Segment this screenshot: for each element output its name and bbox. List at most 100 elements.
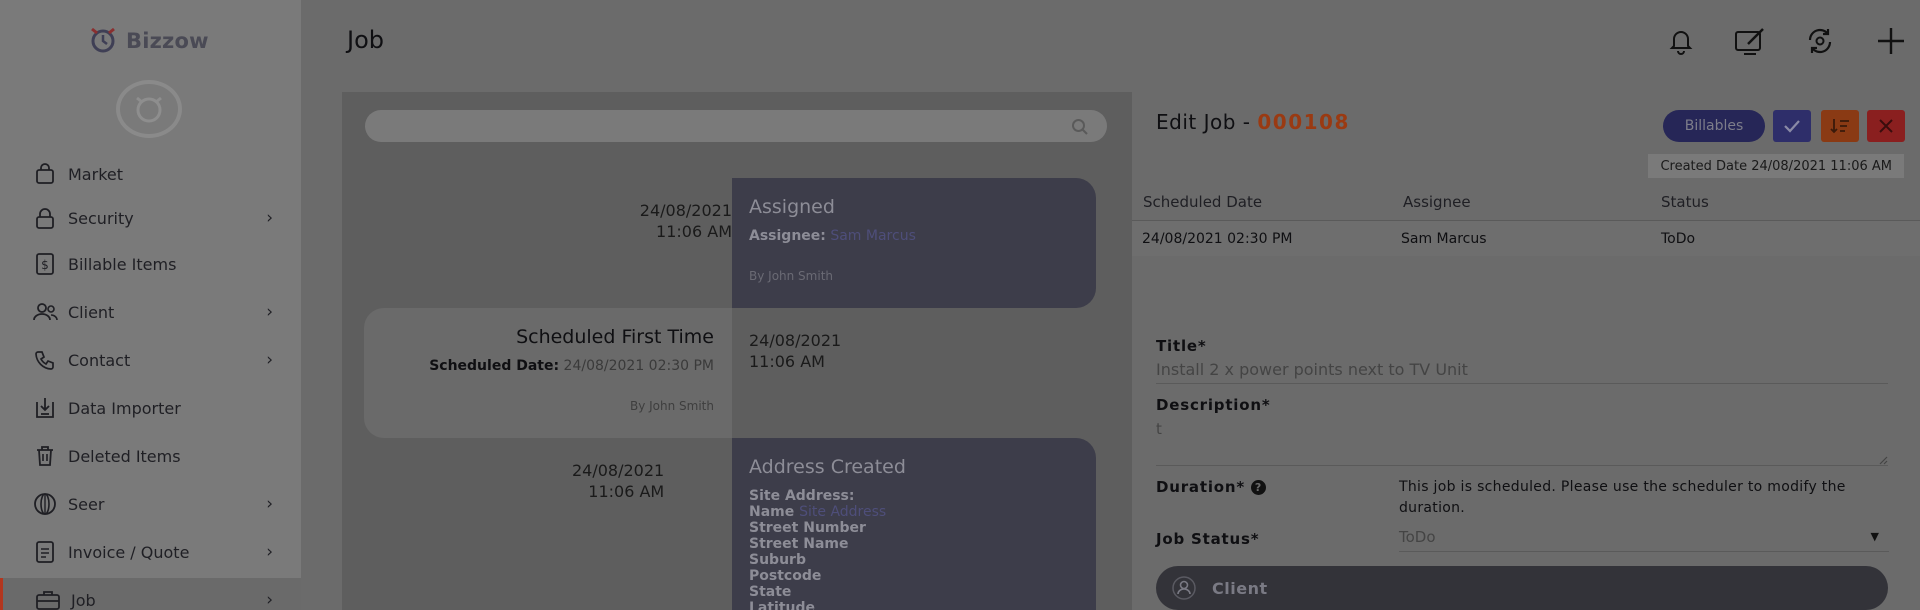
address-line: Latitude <box>749 600 816 610</box>
chevron-right-icon: › <box>266 542 273 562</box>
sidebar-item-market[interactable]: Market <box>0 152 301 196</box>
sidebar-item-label: Billable Items <box>68 254 177 274</box>
sidebar-item-label: Contact <box>68 350 131 370</box>
duration-note: This job is scheduled. Please use the sc… <box>1399 479 1846 516</box>
sort-icon <box>1830 119 1849 134</box>
chevron-right-icon: › <box>266 494 273 514</box>
description-field[interactable]: t <box>1156 420 1162 438</box>
address-line: State <box>749 584 792 600</box>
sidebar-item-seer[interactable]: Seer › <box>0 482 301 526</box>
save-button[interactable] <box>1773 110 1811 142</box>
event-author: By John Smith <box>749 269 834 283</box>
event-detail-label: Assignee: <box>749 228 826 244</box>
caret-down-icon: ▼ <box>1870 530 1879 543</box>
sidebar-item-label: Seer <box>68 494 105 514</box>
bell-icon[interactable] <box>1664 24 1698 58</box>
user-icon <box>1172 576 1196 604</box>
created-date: Created Date 24/08/2021 11:06 AM <box>1648 154 1904 178</box>
search-icon <box>1071 118 1089 140</box>
logo[interactable]: Bizzow <box>86 22 209 60</box>
sidebar-item-job[interactable]: Job › <box>0 578 301 610</box>
event-title: Address Created <box>749 456 906 478</box>
job-status-label: Job Status* <box>1156 530 1260 548</box>
trash-icon <box>32 443 58 469</box>
sidebar-item-label: Market <box>68 164 123 184</box>
job-status-select[interactable]: ToDo ▼ <box>1399 528 1889 552</box>
column-header: Assignee <box>1403 193 1471 211</box>
job-history-timeline: 24/08/2021 11:06 AM Assigned Assignee: S… <box>342 92 1132 610</box>
event-title: Scheduled First Time <box>516 326 714 348</box>
title-label: Title* <box>1156 337 1207 355</box>
search-input[interactable] <box>365 110 1107 142</box>
sidebar-item-client[interactable]: Client › <box>0 290 301 334</box>
address-line: Site Address: <box>749 488 855 504</box>
event-detail: Assignee: Sam Marcus <box>749 228 916 244</box>
dollar-icon: $ <box>32 251 58 277</box>
address-line: Street Number <box>749 520 866 536</box>
sidebar-item-invoice-quote[interactable]: Invoice / Quote › <box>0 530 301 574</box>
sidebar-item-billable-items[interactable]: $ Billable Items <box>0 242 301 286</box>
event-title: Assigned <box>749 196 835 218</box>
address-line: Street Name <box>749 536 849 552</box>
event-time: 11:06 AM <box>656 222 732 241</box>
description-label: Description* <box>1156 396 1271 414</box>
users-icon <box>32 299 58 325</box>
top-header: Job <box>301 0 1920 92</box>
import-icon <box>32 395 58 421</box>
title-field[interactable]: Install 2 x power points next to TV Unit <box>1156 360 1468 379</box>
event-time: 11:06 AM <box>588 482 665 501</box>
sidebar-item-label: Client <box>68 302 115 322</box>
address-line: Postcode <box>749 568 822 584</box>
billables-button[interactable]: Billables <box>1663 110 1765 142</box>
sidebar-item-deleted-items[interactable]: Deleted Items <box>0 434 301 478</box>
add-icon[interactable] <box>1874 24 1908 58</box>
avatar[interactable] <box>116 80 182 138</box>
sidebar-item-label: Deleted Items <box>68 446 181 466</box>
page-title: Job <box>347 26 384 54</box>
timeline-event-card[interactable]: Address Created Site Address: Name Site … <box>732 438 1096 610</box>
client-section-toggle[interactable]: Client <box>1156 566 1888 610</box>
chevron-right-icon: › <box>266 302 273 322</box>
job-number: 000108 <box>1257 110 1350 134</box>
table-row[interactable]: 24/08/2021 02:30 PM Sam Marcus ToDo <box>1132 220 1920 256</box>
client-label: Client <box>1212 579 1268 598</box>
avatar-placeholder-icon <box>136 96 162 123</box>
sidebar-item-label: Job <box>71 590 96 610</box>
timeline-event-card[interactable]: Scheduled First Time Scheduled Date: 24/… <box>364 308 732 438</box>
edit-note-icon[interactable] <box>1733 24 1767 58</box>
sidebar-item-data-importer[interactable]: Data Importer <box>0 386 301 430</box>
table-cell: Sam Marcus <box>1401 231 1487 247</box>
address-line-name: Name Site Address <box>749 504 887 520</box>
address-lines: Site Address: Name Site Address Street N… <box>749 488 886 610</box>
event-detail: Scheduled Date: 24/08/2021 02:30 PM <box>429 358 714 374</box>
bag-icon <box>32 161 58 187</box>
sidebar: Bizzow Market Security › $ Billable Item… <box>0 0 301 610</box>
sort-button[interactable] <box>1821 110 1859 142</box>
sidebar-item-label: Security <box>68 208 134 228</box>
job-status-value: ToDo <box>1399 528 1436 546</box>
divider <box>1156 383 1888 384</box>
event-detail-label: Scheduled Date: <box>429 358 560 374</box>
sidebar-item-label: Data Importer <box>68 398 181 418</box>
edit-job-title: Edit Job - 000108 <box>1156 110 1350 134</box>
sidebar-item-security[interactable]: Security › <box>0 196 301 240</box>
chevron-right-icon: › <box>266 208 273 228</box>
chevron-right-icon: › <box>266 590 273 610</box>
bizzow-logo-icon <box>86 22 120 60</box>
event-timestamp: 24/08/2021 11:06 AM <box>572 460 664 502</box>
event-timestamp: 24/08/2021 11:06 AM <box>572 200 732 242</box>
sync-icon[interactable] <box>1803 24 1837 58</box>
event-date: 24/08/2021 <box>572 461 665 480</box>
svg-text:$: $ <box>41 258 49 272</box>
briefcase-icon <box>35 587 61 610</box>
check-icon <box>1784 120 1800 133</box>
table-cell: ToDo <box>1661 231 1696 247</box>
close-button[interactable] <box>1867 110 1905 142</box>
event-time: 11:06 AM <box>749 352 825 371</box>
sidebar-item-contact[interactable]: Contact › <box>0 338 301 382</box>
resize-handle-icon[interactable] <box>1878 450 1888 465</box>
schedule-table-header: Scheduled Date Assignee Status <box>1132 184 1920 220</box>
timeline-event-card[interactable]: Assigned Assignee: Sam Marcus By John Sm… <box>732 178 1096 308</box>
help-icon[interactable]: ? <box>1251 479 1266 495</box>
event-author: By John Smith <box>629 399 714 413</box>
